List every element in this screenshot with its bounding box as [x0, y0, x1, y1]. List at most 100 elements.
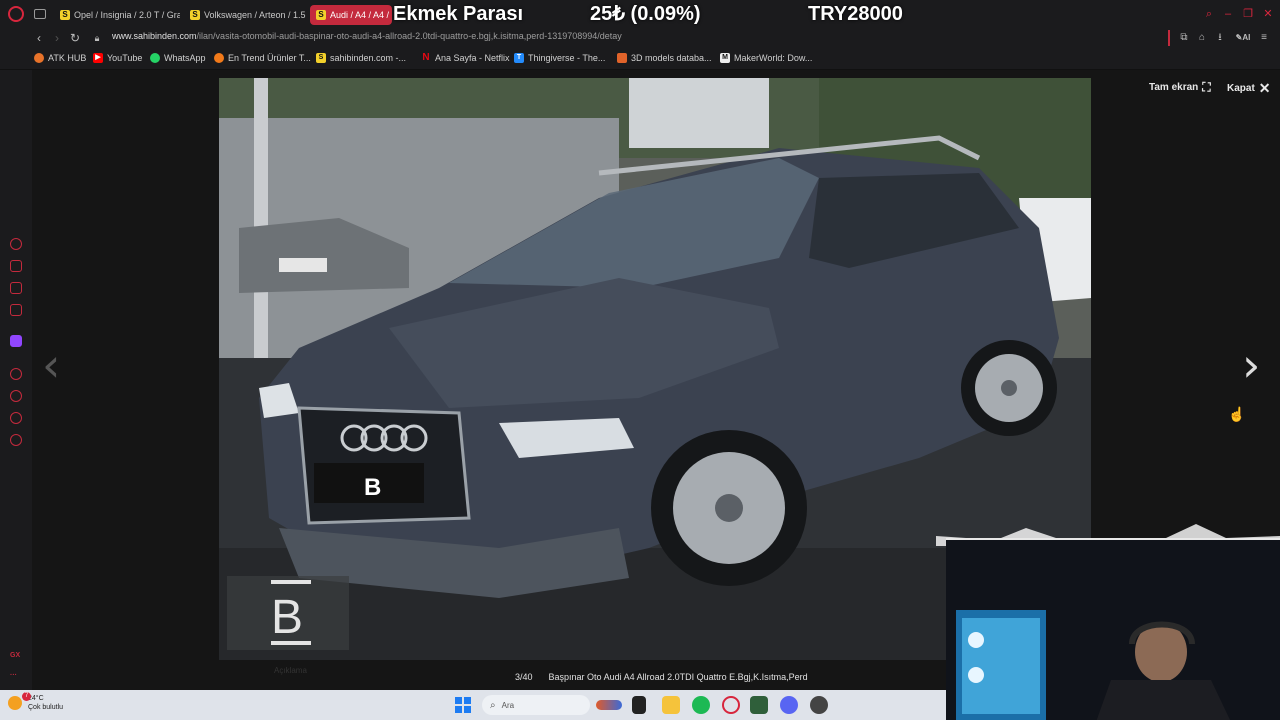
bookmark-sahibinden[interactable]: S sahibinden.com -...	[316, 53, 406, 63]
bookmark-label: Ana Sayfa - Netflix	[435, 53, 510, 63]
bookmark-label: Thingiverse - The...	[528, 53, 606, 63]
history-icon[interactable]	[10, 390, 22, 402]
aria-sidebar-icon[interactable]	[10, 238, 22, 250]
sahibinden-favicon-icon: S	[60, 10, 70, 20]
weather-widget[interactable]: 24°C Çok bulutlu	[8, 694, 63, 712]
search-tabs-icon[interactable]: ⌕	[1203, 8, 1215, 20]
crypto-wallet-icon[interactable]	[10, 260, 22, 272]
previous-photo-arrow-icon[interactable]: ‹	[42, 340, 60, 390]
bookmark-makerworld[interactable]: M MakerWorld: Dow...	[720, 53, 812, 63]
url-field[interactable]: www.sahibinden.com/ilan/vasita-otomobil-…	[112, 31, 622, 41]
tab-audi[interactable]: S Audi / A4 / A4 /	[310, 5, 392, 25]
weather-condition: Çok bulutlu	[28, 704, 64, 711]
fullscreen-icon: ⛶	[1202, 80, 1211, 94]
trendyol-icon	[214, 53, 224, 63]
bookmark-label: WhatsApp	[164, 53, 206, 63]
thingiverse-icon: T	[514, 53, 524, 63]
weather-badge: 7	[22, 692, 31, 701]
bookmark-whatsapp[interactable]: WhatsApp	[150, 53, 206, 63]
obs-icon[interactable]	[810, 696, 828, 714]
makerworld-icon: M	[720, 53, 730, 63]
close-label: Kapat	[1227, 83, 1255, 94]
vpn-icon[interactable]: ⌂	[1196, 32, 1208, 44]
donation-ticker-change: 25₺ (0.09%)	[590, 3, 701, 25]
messenger-icon[interactable]	[10, 304, 22, 316]
menu-icon[interactable]: ≡	[1258, 32, 1270, 44]
bookmark-netflix[interactable]: N Ana Sayfa - Netflix	[421, 52, 510, 64]
bookmark-label: En Trend Ürünler T...	[228, 53, 311, 63]
photo-counter: 3/40	[515, 672, 533, 682]
screen: S Opel / Insignia / 2.0 T / Gra S Volksw…	[0, 0, 1280, 720]
discord-icon[interactable]	[780, 696, 798, 714]
gx-icon[interactable]: GX	[10, 652, 20, 659]
tab-volkswagen[interactable]: S Volkswagen / Arteon / 1.5	[184, 5, 306, 25]
more-icon[interactable]: ···	[10, 672, 17, 679]
watermark-letter: B	[271, 591, 303, 644]
fullscreen-button[interactable]: Tam ekran ⛶	[1149, 80, 1211, 95]
restore-icon[interactable]: ❐	[1242, 8, 1254, 20]
close-window-icon[interactable]: ✕	[1262, 8, 1274, 20]
search-icon: ⌕	[490, 699, 496, 711]
bookmark-label: ATK HUB	[48, 53, 87, 63]
webcam-feed	[946, 540, 1280, 720]
instagram-icon[interactable]	[10, 282, 22, 294]
twitch-icon[interactable]	[10, 335, 22, 347]
start-button-icon[interactable]	[455, 697, 471, 713]
opera-gx-taskbar-icon[interactable]	[722, 696, 740, 714]
weather-temperature: 24°C	[28, 695, 44, 702]
3d-models-icon	[617, 53, 627, 63]
bookmarks-sidebar-icon[interactable]	[10, 412, 22, 424]
atk-icon	[34, 53, 44, 63]
search-placeholder: Ara	[501, 700, 515, 710]
url-path: /ilan/vasita-otomobil-audi-baspinar-oto-…	[196, 31, 622, 41]
address-bar: ‹ › ↻ 🔒︎ www.sahibinden.com/ilan/vasita-…	[0, 28, 1280, 48]
next-photo-arrow-icon[interactable]: ›	[1242, 340, 1260, 390]
lock-icon[interactable]: 🔒︎	[89, 30, 105, 46]
opera-sidebar: GX ···	[0, 70, 32, 690]
file-explorer-icon[interactable]	[662, 696, 680, 714]
description-label: Açıklama	[274, 666, 307, 675]
mouse-cursor-icon: ☝	[1228, 406, 1246, 422]
whatsapp-icon	[150, 53, 160, 63]
minimize-icon[interactable]: –	[1222, 8, 1234, 20]
tab-opel[interactable]: S Opel / Insignia / 2.0 T / Gra	[54, 5, 180, 25]
download-icon[interactable]: ⭳	[1214, 32, 1226, 44]
spotify-icon[interactable]	[692, 696, 710, 714]
bookmark-label: sahibinden.com -...	[330, 53, 407, 63]
donation-ticker-total: TRY28000	[808, 3, 903, 25]
settings-icon[interactable]	[10, 434, 22, 446]
weather-icon	[8, 696, 22, 710]
bookmark-label: MakerWorld: Dow...	[734, 53, 813, 63]
opera-logo-icon[interactable]	[8, 6, 24, 22]
bookmark-youtube[interactable]: ▶ YouTube	[93, 53, 142, 63]
tab-overview-icon[interactable]	[34, 9, 46, 19]
close-viewer-button[interactable]: Kapat ✕	[1227, 80, 1271, 97]
aria-ai-icon[interactable]: ✎AI	[1234, 32, 1252, 44]
bookmark-3d-models[interactable]: 3D models databa...	[617, 53, 712, 63]
youtube-icon: ▶	[93, 53, 103, 63]
player-icon[interactable]	[10, 368, 22, 380]
webcam-overlay	[946, 538, 1280, 720]
back-icon[interactable]: ‹	[31, 30, 47, 46]
close-icon: ✕	[1258, 80, 1271, 96]
bookmark-trendyol[interactable]: En Trend Ürünler T...	[214, 53, 311, 63]
forward-icon[interactable]: ›	[49, 30, 65, 46]
url-domain: www.sahibinden.com	[112, 31, 197, 41]
reload-icon[interactable]: ↻	[67, 30, 83, 46]
widget-app-icon[interactable]	[596, 700, 622, 710]
tab-label: Audi / A4 / A4 /	[330, 10, 390, 20]
tab-bar: S Opel / Insignia / 2.0 T / Gra S Volksw…	[0, 0, 1280, 28]
terminal-app-icon[interactable]	[632, 696, 646, 714]
tab-label: Volkswagen / Arteon / 1.5	[204, 10, 306, 20]
bookmark-atk-hub[interactable]: ATK HUB	[34, 53, 86, 63]
game-app-icon[interactable]	[750, 696, 768, 714]
netflix-icon: N	[422, 52, 430, 63]
bookmark-label: YouTube	[107, 53, 143, 63]
taskbar-search[interactable]: ⌕ Ara	[482, 695, 590, 715]
sahibinden-icon: S	[316, 53, 326, 63]
extensions-icon[interactable]: ⧉	[1178, 32, 1190, 44]
donation-ticker-name: Ekmek Parası	[393, 3, 524, 25]
sahibinden-favicon-icon: S	[190, 10, 200, 20]
bookmark-thingiverse[interactable]: T Thingiverse - The...	[514, 53, 605, 63]
bookmark-label: 3D models databa...	[631, 53, 712, 63]
